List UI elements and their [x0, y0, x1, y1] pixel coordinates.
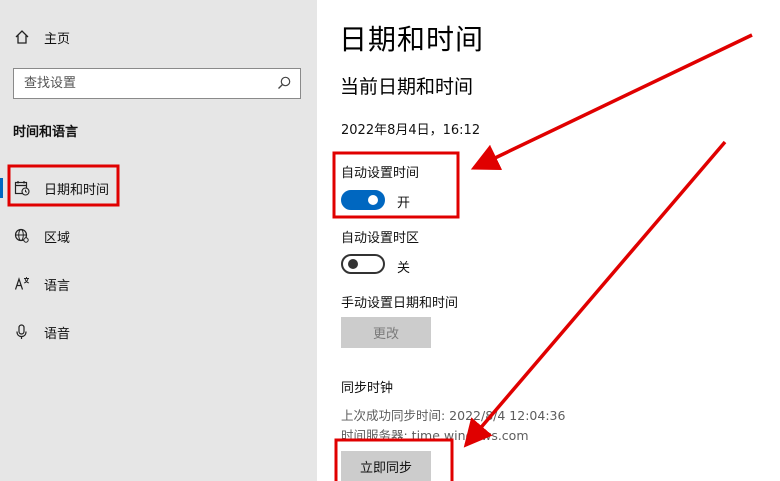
sidebar-item-region[interactable]: 区域 — [0, 216, 317, 256]
section-title: 时间和语言 — [13, 125, 79, 140]
sidebar: 主页 时间和语言 日期和时间 区域 语言 语音 — [0, 0, 317, 481]
page-title: 日期和时间 — [339, 23, 485, 56]
microphone-icon — [13, 323, 31, 341]
search-input[interactable] — [14, 69, 264, 98]
manual-datetime-label: 手动设置日期和时间 — [341, 296, 459, 311]
auto-timezone-state: 关 — [397, 261, 411, 276]
sidebar-item-language[interactable]: 语言 — [0, 264, 317, 304]
sidebar-item-speech[interactable]: 语音 — [0, 312, 317, 352]
toggle-knob — [348, 259, 358, 269]
sync-now-button[interactable]: 立即同步 — [341, 451, 431, 481]
auto-timezone-toggle[interactable] — [341, 254, 385, 274]
last-sync-text: 上次成功同步时间: 2022/8/4 12:04:36 — [341, 408, 566, 423]
sidebar-item-date-time[interactable]: 日期和时间 — [0, 168, 317, 208]
sidebar-item-label: 日期和时间 — [44, 182, 110, 198]
auto-time-toggle[interactable] — [341, 190, 385, 210]
current-datetime: 2022年8月4日，16:12 — [341, 123, 481, 138]
search-icon[interactable] — [276, 75, 292, 91]
auto-time-label: 自动设置时间 — [341, 166, 420, 181]
main-content: 日期和时间 当前日期和时间 2022年8月4日，16:12 自动设置时间 开 自… — [317, 0, 780, 481]
search-box[interactable] — [13, 68, 301, 99]
home-icon — [13, 28, 31, 46]
section-heading: 当前日期和时间 — [340, 76, 474, 98]
language-icon — [13, 275, 31, 293]
sidebar-item-home[interactable]: 主页 — [0, 17, 317, 57]
sync-clock-label: 同步时钟 — [341, 381, 394, 396]
sidebar-item-label: 语言 — [44, 278, 71, 294]
change-button[interactable]: 更改 — [341, 317, 431, 348]
auto-timezone-label: 自动设置时区 — [341, 231, 420, 246]
sidebar-item-label: 区域 — [44, 230, 71, 246]
auto-time-state: 开 — [397, 196, 411, 211]
calendar-clock-icon — [13, 179, 31, 197]
globe-region-icon — [13, 227, 31, 245]
sidebar-item-label: 语音 — [44, 326, 71, 342]
time-server-text: 时间服务器: time.windows.com — [341, 428, 529, 443]
sidebar-item-label: 主页 — [44, 31, 71, 47]
toggle-knob — [368, 195, 378, 205]
